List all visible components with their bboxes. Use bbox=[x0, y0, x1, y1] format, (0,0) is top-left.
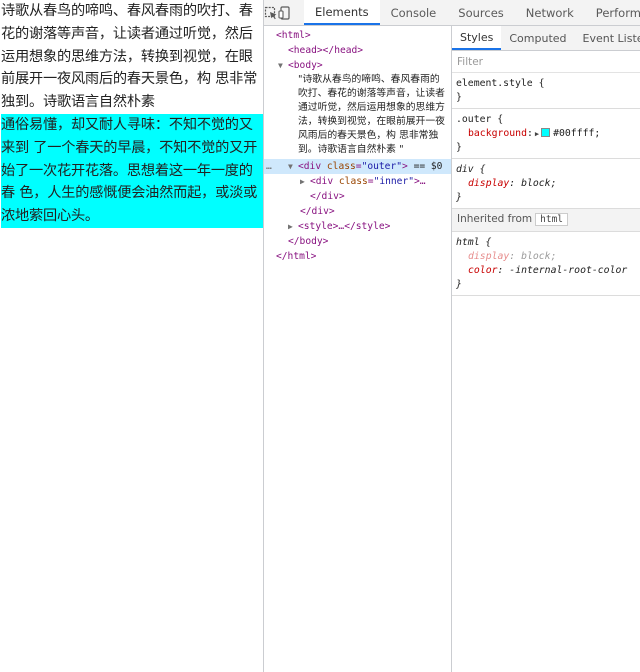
styles-pane: Styles Computed Event Listene Filter ele… bbox=[452, 26, 640, 672]
outer-div: 通俗易懂，却又耐人寻味：不知不觉的又来到 了一个春天的早晨，不知不觉的又开始了一… bbox=[1, 113, 263, 228]
dom-head[interactable]: <head></head> bbox=[264, 43, 451, 58]
rule-property[interactable]: background: ▶ #00ffff; bbox=[456, 127, 637, 141]
rule-outer[interactable]: .outer { background: ▶ #00ffff; } bbox=[452, 109, 640, 159]
dom-tree: <html> <head></head> ▼ <body> "诗歌从春鸟的啼鸣、春… bbox=[264, 26, 452, 672]
tab-sources[interactable]: Sources bbox=[447, 0, 515, 25]
tab-console[interactable]: Console bbox=[380, 0, 448, 25]
more-dots-icon[interactable]: … bbox=[266, 159, 272, 174]
rule-close: } bbox=[456, 142, 462, 153]
rule-close: } bbox=[456, 279, 462, 290]
body-text: 诗歌从春鸟的啼鸣、春风春雨的吹打、春花的谢落等声音，让读者通过听觉，然后运用想象… bbox=[1, 3, 258, 111]
devtools-toolbar: Elements Console Sources Network Perform… bbox=[264, 0, 640, 26]
dom-div-outer[interactable]: … ▼ <div class="outer"> == $0 bbox=[264, 159, 451, 174]
rule-selector: div { bbox=[456, 164, 486, 175]
color-swatch-icon[interactable] bbox=[541, 128, 551, 137]
dom-div-close-inner[interactable]: </div> bbox=[264, 189, 451, 204]
tab-network[interactable]: Network bbox=[515, 0, 585, 25]
tab-styles[interactable]: Styles bbox=[452, 26, 502, 50]
inherited-from-link[interactable]: html bbox=[535, 213, 569, 226]
rule-element-style[interactable]: element.style { } bbox=[452, 73, 640, 109]
dom-div-inner[interactable]: ▶ <div class="inner">… bbox=[264, 174, 451, 189]
dom-body-close[interactable]: </body> bbox=[264, 234, 451, 249]
collapse-arrow-icon[interactable]: ▶ bbox=[288, 219, 298, 234]
rule-selector: element.style { bbox=[456, 78, 545, 89]
rule-property: color: -internal-root-color bbox=[468, 265, 628, 276]
expand-arrow-icon[interactable]: ▼ bbox=[278, 58, 288, 73]
styles-filter-input[interactable]: Filter bbox=[452, 51, 640, 73]
devtools-panel: Elements Console Sources Network Perform… bbox=[263, 0, 640, 672]
rule-property: display: block; bbox=[468, 178, 557, 189]
page-viewport: 诗歌从春鸟的啼鸣、春风春雨的吹打、春花的谢落等声音，让读者通过听觉，然后运用想象… bbox=[0, 0, 263, 672]
collapse-arrow-icon[interactable]: ▶ bbox=[300, 174, 310, 189]
rule-selector: html { bbox=[456, 237, 492, 248]
tab-performance[interactable]: Performa bbox=[585, 0, 640, 25]
rule-close: } bbox=[456, 192, 462, 203]
dom-div-close-outer[interactable]: </div> bbox=[264, 204, 451, 219]
rule-html: html { display: block; color: -internal-… bbox=[452, 232, 640, 296]
device-toggle-icon[interactable] bbox=[278, 0, 292, 25]
dom-body-open[interactable]: ▼ <body> bbox=[264, 58, 451, 73]
rule-close: } bbox=[456, 92, 462, 103]
dom-html-open[interactable]: <html> bbox=[264, 28, 451, 43]
dom-text-node[interactable]: "诗歌从春鸟的啼鸣、春风春雨的吹打、春花的谢落等声音，让读者通过听觉，然后运用想… bbox=[264, 73, 451, 157]
inspect-element-icon[interactable] bbox=[264, 0, 278, 25]
dom-html-close[interactable]: </html> bbox=[264, 249, 451, 264]
styles-tabs: Styles Computed Event Listene bbox=[452, 26, 640, 51]
tab-event-listeners[interactable]: Event Listene bbox=[575, 26, 640, 50]
rule-property: display: block; bbox=[468, 251, 557, 262]
inherited-header: Inherited from html bbox=[452, 209, 640, 232]
rule-div: div { display: block; } bbox=[452, 159, 640, 209]
tab-elements[interactable]: Elements bbox=[304, 0, 380, 25]
body-content: 诗歌从春鸟的啼鸣、春风春雨的吹打、春花的谢落等声音，让读者通过听觉，然后运用想象… bbox=[0, 0, 263, 228]
dom-style[interactable]: ▶ <style>…</style> bbox=[264, 219, 451, 234]
rule-selector: .outer { bbox=[456, 114, 504, 125]
tab-computed[interactable]: Computed bbox=[501, 26, 574, 50]
expand-arrow-icon[interactable]: ▼ bbox=[288, 159, 298, 174]
expand-arrow-icon[interactable]: ▶ bbox=[535, 127, 539, 141]
